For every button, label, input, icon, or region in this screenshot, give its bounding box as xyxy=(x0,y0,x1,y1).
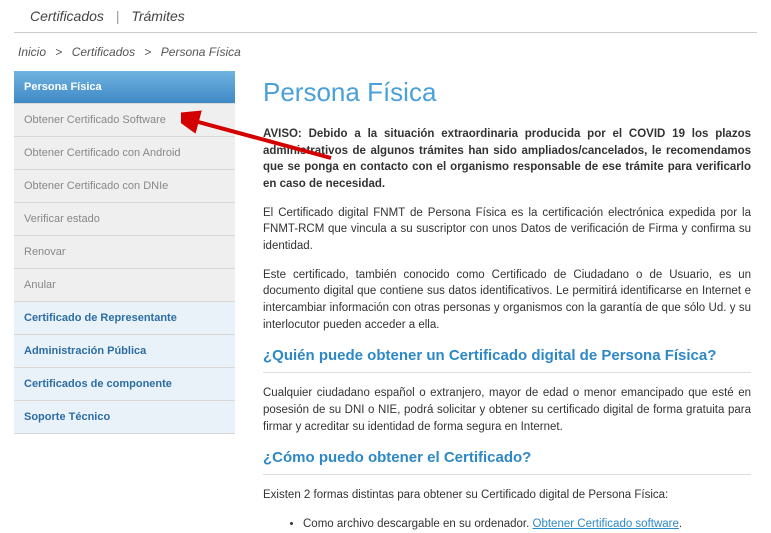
top-navigation: Certificados | Trámites xyxy=(0,0,771,32)
content-area: Persona Física AVISO: Debido a la situac… xyxy=(263,71,757,533)
topnav-tramites[interactable]: Trámites xyxy=(131,8,184,24)
methods-list: Como archivo descargable en su ordenador… xyxy=(303,516,751,533)
sidebar-section-soporte-tecnico[interactable]: Soporte Técnico xyxy=(14,401,235,434)
heading-quien: ¿Quién puede obtener un Certificado digi… xyxy=(263,347,751,364)
breadcrumb-current: Persona Física xyxy=(161,45,241,59)
sidebar-item-obtener-certificado-dnie[interactable]: Obtener Certificado con DNIe xyxy=(14,170,235,203)
sidebar-section-administracion-publica[interactable]: Administración Pública xyxy=(14,335,235,368)
sidebar-item-obtener-certificado-software[interactable]: Obtener Certificado Software xyxy=(14,104,235,137)
sidebar-item-obtener-certificado-android[interactable]: Obtener Certificado con Android xyxy=(14,137,235,170)
topnav-separator: | xyxy=(116,8,120,24)
sidebar: Persona Física Obtener Certificado Softw… xyxy=(14,71,235,533)
sidebar-item-anular[interactable]: Anular xyxy=(14,269,235,302)
page-title: Persona Física xyxy=(263,77,751,108)
breadcrumb-sep: > xyxy=(55,45,62,59)
sidebar-section-certificado-representante[interactable]: Certificado de Representante xyxy=(14,302,235,335)
sidebar-item-verificar-estado[interactable]: Verificar estado xyxy=(14,203,235,236)
sidebar-item-renovar[interactable]: Renovar xyxy=(14,236,235,269)
top-divider xyxy=(14,32,757,33)
paragraph-como: Existen 2 formas distintas para obtener … xyxy=(263,487,751,504)
content-divider xyxy=(263,474,751,475)
paragraph-quien: Cualquier ciudadano español o extranjero… xyxy=(263,385,751,435)
sidebar-header-persona-fisica[interactable]: Persona Física xyxy=(14,71,235,104)
topnav-certificados[interactable]: Certificados xyxy=(30,8,104,24)
breadcrumb-inicio[interactable]: Inicio xyxy=(18,45,46,59)
covid-notice: AVISO: Debido a la situación extraordina… xyxy=(263,126,751,193)
paragraph-intro: El Certificado digital FNMT de Persona F… xyxy=(263,205,751,255)
paragraph-description: Este certificado, también conocido como … xyxy=(263,267,751,334)
breadcrumb-certificados[interactable]: Certificados xyxy=(72,45,135,59)
heading-como: ¿Cómo puedo obtener el Certificado? xyxy=(263,449,751,466)
sidebar-section-certificados-componente[interactable]: Certificados de componente xyxy=(14,368,235,401)
content-divider xyxy=(263,372,751,373)
breadcrumb: Inicio > Certificados > Persona Física xyxy=(0,41,771,71)
breadcrumb-sep: > xyxy=(144,45,151,59)
list-item: Como archivo descargable en su ordenador… xyxy=(303,516,751,533)
